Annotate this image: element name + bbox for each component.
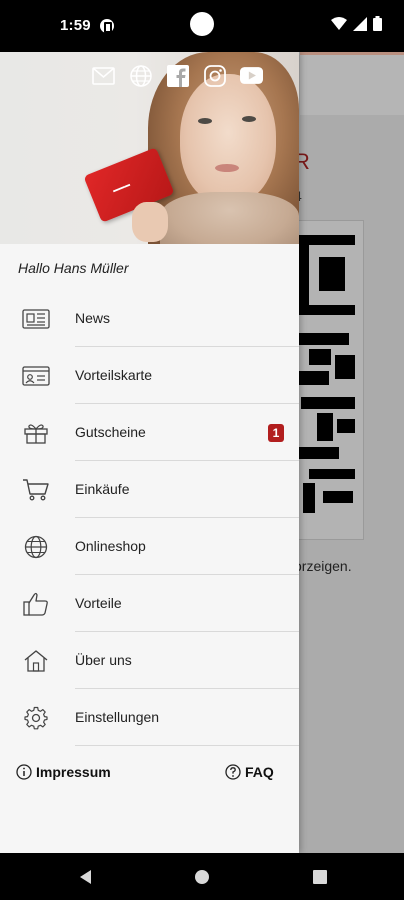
help-icon (225, 764, 241, 780)
menu-item-onlineshop[interactable]: Onlineshop (0, 518, 299, 575)
notification-app-icon (100, 19, 114, 33)
status-indicators (331, 16, 382, 31)
battery-icon (373, 16, 382, 31)
mail-icon[interactable] (92, 64, 115, 87)
menu-item-label: News (75, 310, 111, 326)
home-button-icon[interactable] (192, 867, 212, 887)
gear-icon (22, 705, 50, 731)
menu-item-label: Einkäufe (75, 481, 130, 497)
menu-item-gutscheine[interactable]: Gutscheine 1 (0, 404, 299, 461)
menu-item-einstellungen[interactable]: Einstellungen (0, 689, 299, 746)
youtube-icon[interactable] (240, 64, 263, 87)
wifi-icon (331, 16, 347, 30)
background-header (300, 55, 404, 115)
back-icon[interactable] (76, 867, 96, 887)
status-bar: 1:59 (0, 0, 404, 52)
menu-item-label: Onlineshop (75, 538, 146, 554)
menu-item-label: Einstellungen (75, 709, 160, 725)
info-icon (16, 764, 32, 780)
menu-item-label: Vorteile (75, 595, 122, 611)
system-navigation-bar (0, 853, 404, 900)
impressum-label: Impressum (36, 764, 111, 780)
qr-code-card (288, 220, 364, 540)
faq-label: FAQ (245, 764, 274, 780)
impressum-link[interactable]: Impressum (16, 764, 111, 780)
menu-item-vorteile[interactable]: Vorteile (0, 575, 299, 632)
camera-cutout (190, 12, 214, 36)
drawer-header-image: ▬▬▬ (0, 52, 299, 244)
drawer-menu: News Vorteilskarte Gutscheine 1 Einkäufe (0, 290, 299, 746)
social-links (92, 64, 263, 87)
menu-item-news[interactable]: News (0, 290, 299, 347)
menu-item-einkaeufe[interactable]: Einkäufe (0, 461, 299, 518)
gift-icon (22, 420, 50, 446)
globe-icon (22, 534, 50, 560)
menu-item-label: Über uns (75, 652, 132, 668)
member-card-icon (22, 363, 50, 389)
thumbs-up-icon (22, 591, 50, 617)
faq-link[interactable]: FAQ (225, 764, 274, 780)
home-icon (22, 648, 50, 674)
signal-icon (353, 16, 367, 31)
menu-item-label: Vorteilskarte (75, 367, 153, 383)
voucher-count-badge: 1 (268, 424, 284, 442)
background-hint-text: orzeigen. (294, 558, 352, 574)
menu-item-label: Gutscheine (75, 424, 146, 440)
cart-icon (22, 477, 50, 503)
status-time: 1:59 (60, 17, 91, 34)
user-greeting: Hallo Hans Müller (18, 260, 129, 276)
instagram-icon[interactable] (203, 64, 226, 87)
menu-item-ueber-uns[interactable]: Über uns (0, 632, 299, 689)
menu-item-vorteilskarte[interactable]: Vorteilskarte (0, 347, 299, 404)
recents-icon[interactable] (310, 867, 330, 887)
facebook-icon[interactable] (166, 64, 189, 87)
globe-icon[interactable] (129, 64, 152, 87)
navigation-drawer: ▬▬▬ Hallo Hans Müller News Vorteilskarte… (0, 52, 299, 853)
newspaper-icon (22, 306, 50, 332)
